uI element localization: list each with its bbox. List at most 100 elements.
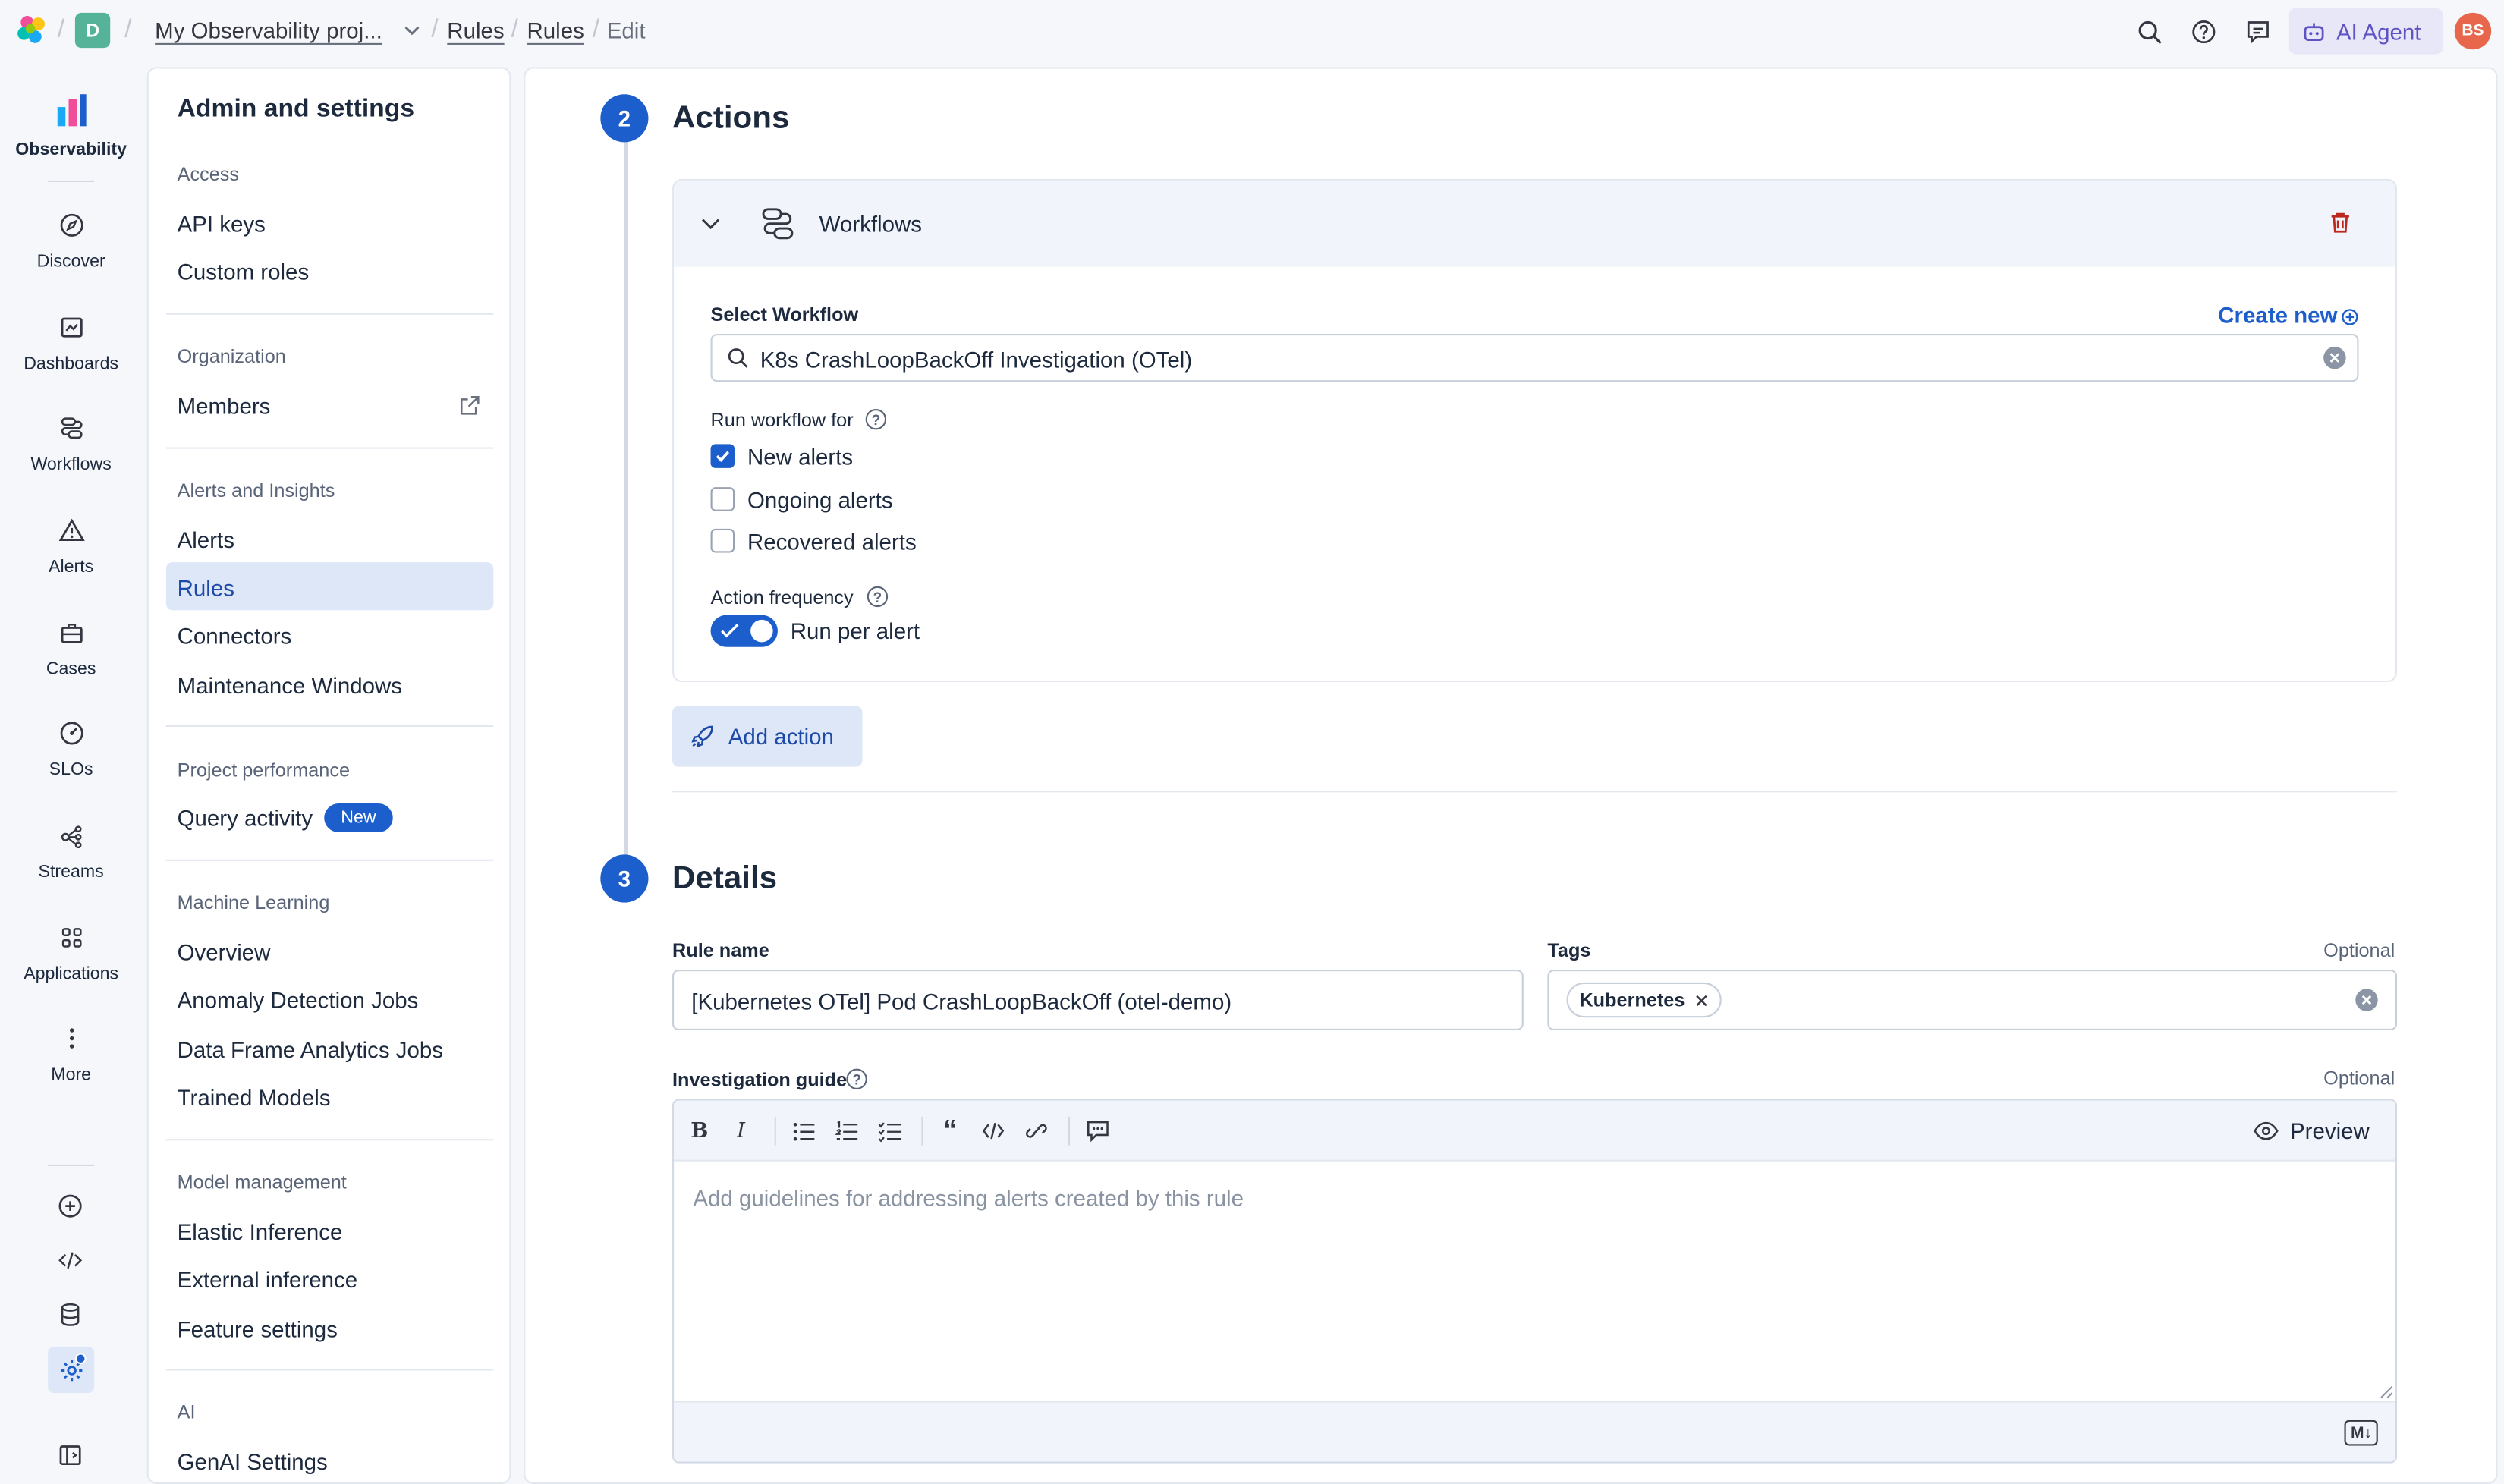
nav-label: Dashboards: [24, 354, 119, 374]
breadcrumb-rules[interactable]: Rules: [447, 17, 504, 43]
steps-connector-line: [624, 140, 628, 857]
nav-applications[interactable]: Applications: [0, 923, 142, 984]
breadcrumb-rules-2[interactable]: Rules: [527, 17, 584, 43]
connector-name: Workflows: [819, 210, 923, 237]
recovered-alerts-checkbox[interactable]: [710, 528, 735, 553]
new-alerts-label[interactable]: New alerts: [747, 444, 853, 470]
actions-title: Actions: [672, 100, 790, 136]
checklist-icon[interactable]: [876, 1118, 902, 1144]
link-api-keys[interactable]: API keys: [178, 211, 266, 237]
section-alerts-insights: Alerts and Insights: [177, 479, 335, 502]
new-alerts-checkbox[interactable]: [710, 444, 735, 468]
code-icon[interactable]: [55, 1244, 87, 1276]
recovered-alerts-label[interactable]: Recovered alerts: [747, 529, 917, 555]
database-icon[interactable]: [55, 1299, 87, 1331]
help-icon[interactable]: ?: [865, 409, 887, 430]
add-action-button[interactable]: Add action: [672, 706, 863, 767]
link-overview[interactable]: Overview: [178, 939, 271, 965]
feedback-icon[interactable]: [2242, 16, 2274, 48]
link-rules[interactable]: Rules: [178, 575, 234, 601]
comment-icon[interactable]: [1084, 1118, 1110, 1144]
editor-toolbar: B I “ Preview: [674, 1100, 2395, 1162]
resize-handle-icon[interactable]: [2380, 1385, 2394, 1399]
nav-alerts[interactable]: Alerts: [0, 516, 142, 577]
nav-workflows[interactable]: Workflows: [0, 413, 142, 474]
link-query-activity[interactable]: Query activity: [178, 805, 313, 831]
help-icon[interactable]: ?: [867, 586, 889, 608]
nav-divider: [48, 1164, 95, 1167]
link-elastic-inference[interactable]: Elastic Inference: [178, 1218, 343, 1244]
project-selector[interactable]: My Observability proj...: [155, 17, 382, 43]
preview-button[interactable]: Preview: [2254, 1118, 2370, 1144]
toolbar-divider: [921, 1116, 923, 1146]
help-icon[interactable]: ?: [846, 1068, 867, 1089]
nav-discover[interactable]: Discover: [0, 211, 142, 272]
tag-label: Kubernetes: [1579, 989, 1685, 1011]
elastic-logo-icon[interactable]: [14, 13, 49, 48]
nav-streams[interactable]: Streams: [0, 821, 142, 882]
ongoing-alerts-label[interactable]: Ongoing alerts: [747, 487, 893, 513]
editor-footer: M↓: [674, 1401, 2395, 1462]
workflows-icon: [57, 413, 86, 442]
nav-cases[interactable]: Cases: [0, 618, 142, 679]
run-workflow-label: Run workflow for: [710, 409, 854, 432]
plus-circle-icon[interactable]: [2341, 308, 2358, 325]
chevron-down-icon[interactable]: [402, 20, 421, 39]
link-anomaly-detection[interactable]: Anomaly Detection Jobs: [178, 987, 419, 1013]
add-circle-icon[interactable]: [55, 1190, 87, 1222]
gear-icon[interactable]: [48, 1346, 95, 1393]
link-trained-models[interactable]: Trained Models: [178, 1085, 331, 1111]
step-number: 2: [600, 94, 649, 143]
guide-placeholder[interactable]: Add guidelines for addressing alerts cre…: [693, 1185, 1244, 1211]
bullet-list-icon[interactable]: [791, 1118, 816, 1144]
clear-icon[interactable]: [2355, 989, 2378, 1011]
section-organization: Organization: [177, 344, 286, 368]
top-bar: / D / My Observability proj... / Rules /…: [0, 0, 2504, 64]
help-icon[interactable]: [2188, 16, 2219, 48]
link-external-inference[interactable]: External inference: [178, 1267, 357, 1293]
rule-name-value: [Kubernetes OTel] Pod CrashLoopBackOff (…: [691, 989, 1232, 1014]
external-link-icon[interactable]: [458, 395, 480, 417]
link-alerts[interactable]: Alerts: [178, 527, 234, 553]
link-genai-settings[interactable]: GenAI Settings: [178, 1449, 328, 1475]
nav-dashboards[interactable]: Dashboards: [0, 313, 142, 374]
section-divider: [165, 313, 494, 315]
ai-agent-label: AI Agent: [2336, 18, 2421, 44]
collapse-nav-icon[interactable]: [55, 1439, 87, 1471]
link-members[interactable]: Members: [178, 393, 271, 419]
nav-more[interactable]: More: [0, 1024, 142, 1085]
rule-name-input[interactable]: [Kubernetes OTel] Pod CrashLoopBackOff (…: [672, 970, 1524, 1031]
workflow-combobox[interactable]: K8s CrashLoopBackOff Investigation (OTel…: [710, 334, 2359, 382]
run-per-alert-toggle[interactable]: [710, 615, 778, 647]
close-icon[interactable]: [1694, 993, 1709, 1008]
create-new-link[interactable]: Create new: [2218, 302, 2337, 328]
quote-icon[interactable]: “: [937, 1115, 963, 1146]
ongoing-alerts-checkbox[interactable]: [710, 487, 735, 511]
link-feature-settings[interactable]: Feature settings: [178, 1316, 338, 1342]
link-maintenance-windows[interactable]: Maintenance Windows: [178, 672, 402, 698]
search-icon[interactable]: [2134, 16, 2166, 48]
nav-slos[interactable]: SLOs: [0, 718, 142, 779]
link-icon[interactable]: [1024, 1118, 1049, 1144]
link-data-frame-analytics[interactable]: Data Frame Analytics Jobs: [178, 1036, 443, 1062]
space-avatar[interactable]: D: [74, 12, 111, 49]
bold-icon[interactable]: B: [687, 1118, 713, 1144]
clear-icon[interactable]: [2323, 346, 2346, 369]
section-divider: [165, 725, 494, 727]
chevron-down-icon[interactable]: [700, 212, 722, 234]
link-custom-roles[interactable]: Custom roles: [178, 259, 310, 285]
nav-divider: [48, 180, 95, 183]
link-connectors[interactable]: Connectors: [178, 623, 292, 649]
section-ai: AI: [177, 1401, 196, 1423]
ai-agent-button[interactable]: AI Agent: [2288, 8, 2444, 55]
nav-label: Streams: [38, 862, 104, 882]
code-icon[interactable]: [980, 1118, 1006, 1144]
ai-agent-icon: [2301, 18, 2327, 44]
nav-observability[interactable]: Observability: [0, 93, 142, 160]
action-frequency-label: Action frequency: [710, 586, 854, 609]
user-avatar[interactable]: BS: [2454, 12, 2492, 50]
numbered-list-icon[interactable]: [834, 1118, 860, 1144]
trash-icon[interactable]: [2328, 211, 2352, 235]
italic-icon[interactable]: I: [728, 1118, 754, 1144]
nav-label: Observability: [15, 140, 127, 160]
